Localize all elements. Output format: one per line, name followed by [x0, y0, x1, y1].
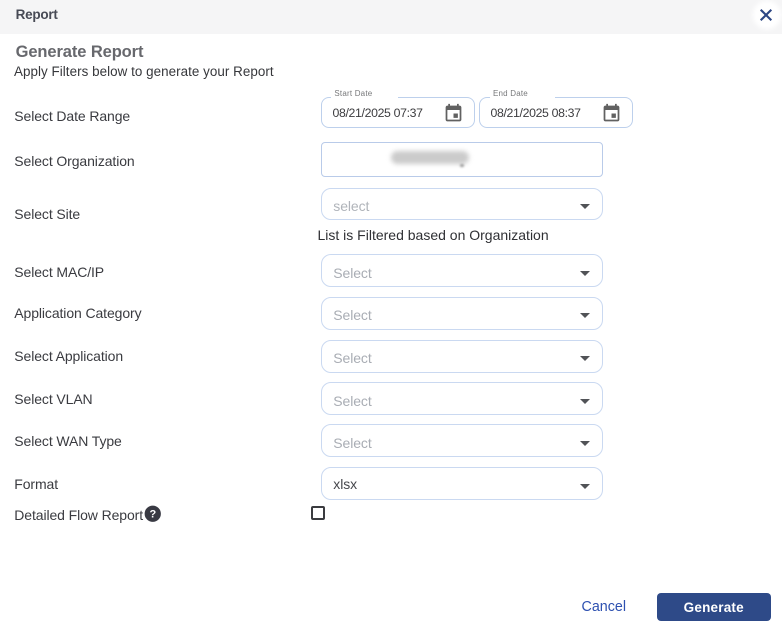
svg-text:?: ?	[149, 509, 156, 521]
